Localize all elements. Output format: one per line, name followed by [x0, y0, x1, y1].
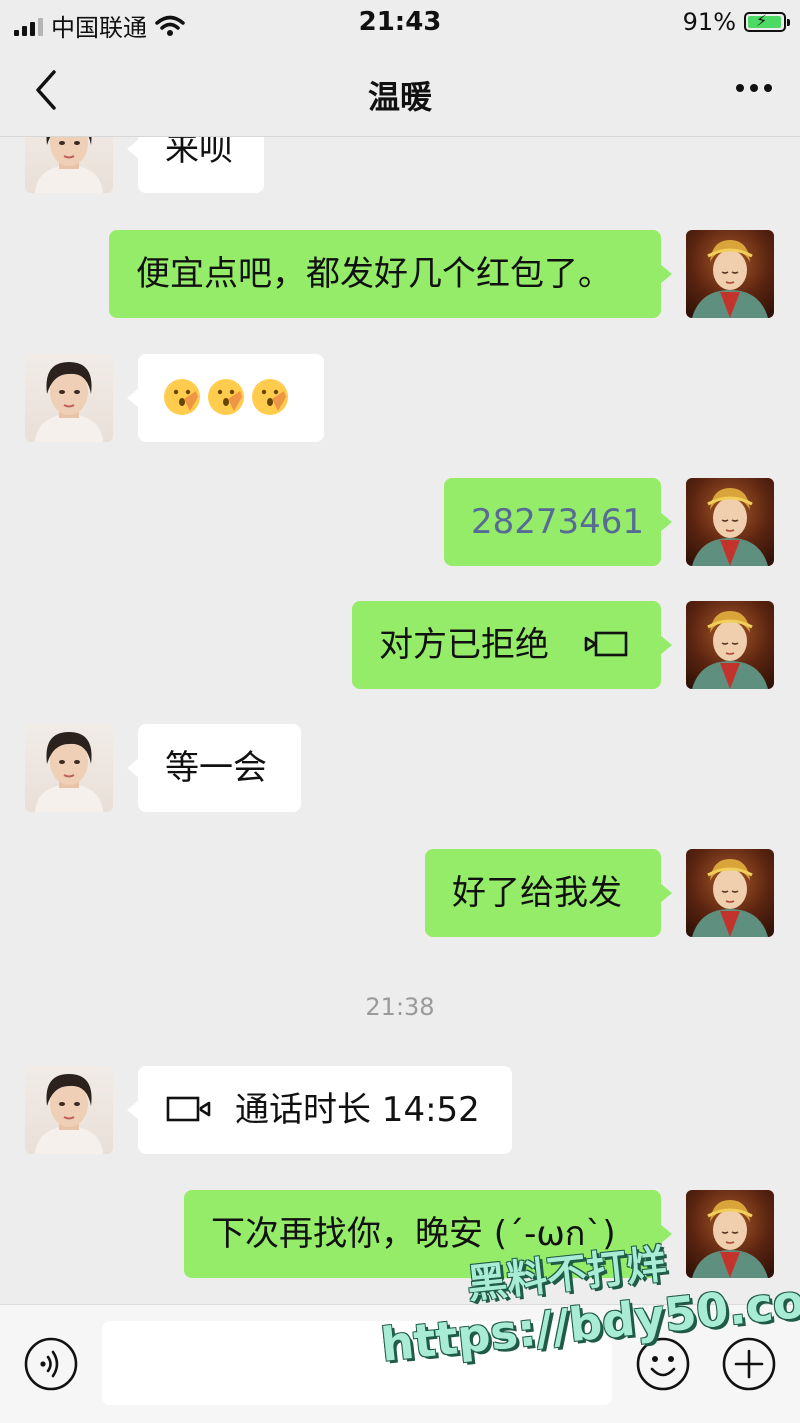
my-avatar[interactable]	[686, 478, 774, 566]
nav-bar: 温暖	[0, 46, 800, 137]
message-text: 下次再找你，晚安 (´-ωก`)	[211, 1214, 616, 1254]
message-text[interactable]: 28273461	[471, 502, 644, 542]
hand-over-mouth-emoji	[208, 378, 244, 415]
chat-title: 温暖	[367, 78, 432, 116]
plus-icon	[722, 1337, 776, 1391]
message-bubble-sent[interactable]: 28273461	[444, 478, 672, 566]
message-bubble-received[interactable]: 通话时长 14:52	[127, 1066, 512, 1154]
message-text: 对方已拒绝	[379, 625, 549, 665]
message-text: 好了给我发	[452, 873, 622, 913]
status-time: 21:43	[358, 7, 442, 37]
message-bubble-sent[interactable]: 下次再找你，晚安 (´-ωก`)	[184, 1190, 672, 1278]
status-bar: 中国联通 21:43 91% ⚡	[0, 0, 800, 46]
battery-icon: ⚡	[744, 11, 790, 32]
my-avatar[interactable]	[686, 1190, 774, 1278]
more-button[interactable]	[736, 84, 772, 92]
voice-button[interactable]	[24, 1337, 78, 1391]
message-text: 等一会	[165, 748, 267, 788]
video-call-icon	[166, 1096, 211, 1121]
my-avatar[interactable]	[686, 601, 774, 689]
message-bubble-sent[interactable]: 对方已拒绝	[352, 601, 672, 689]
input-bar	[0, 1304, 800, 1423]
contact-avatar[interactable]	[25, 724, 113, 812]
message-bubble-received[interactable]: 来呗	[127, 137, 264, 193]
message-bubble-sent[interactable]: 好了给我发	[425, 849, 672, 937]
contact-avatar[interactable]	[25, 354, 113, 442]
chat-area[interactable]: 来呗 便宜点吧，都发好几个红包了。 28273461 对方已拒绝 等一会 好了给…	[0, 137, 800, 1304]
plus-button[interactable]	[722, 1337, 776, 1391]
message-input[interactable]	[102, 1321, 612, 1405]
emoji-icon	[636, 1337, 690, 1391]
message-bubble-sent[interactable]: 便宜点吧，都发好几个红包了。	[109, 230, 672, 318]
my-avatar[interactable]	[686, 849, 774, 937]
hand-over-mouth-emoji	[164, 378, 200, 415]
contact-avatar[interactable]	[25, 1066, 113, 1154]
contact-avatar[interactable]	[25, 137, 113, 193]
message-text: 来呗	[165, 137, 233, 169]
message-bubble-received[interactable]	[127, 354, 324, 442]
video-call-icon	[584, 631, 628, 656]
my-avatar[interactable]	[686, 230, 774, 318]
message-text: 通话时长 14:52	[235, 1090, 480, 1130]
voice-icon	[24, 1337, 78, 1391]
message-text: 便宜点吧，都发好几个红包了。	[136, 254, 612, 294]
status-right: 91% ⚡	[682, 8, 790, 36]
chat-timestamp: 21:38	[365, 993, 435, 1021]
battery-percent: 91%	[682, 8, 736, 36]
hand-over-mouth-emoji	[252, 378, 288, 415]
emoji-button[interactable]	[636, 1337, 690, 1391]
message-bubble-received[interactable]: 等一会	[127, 724, 301, 812]
